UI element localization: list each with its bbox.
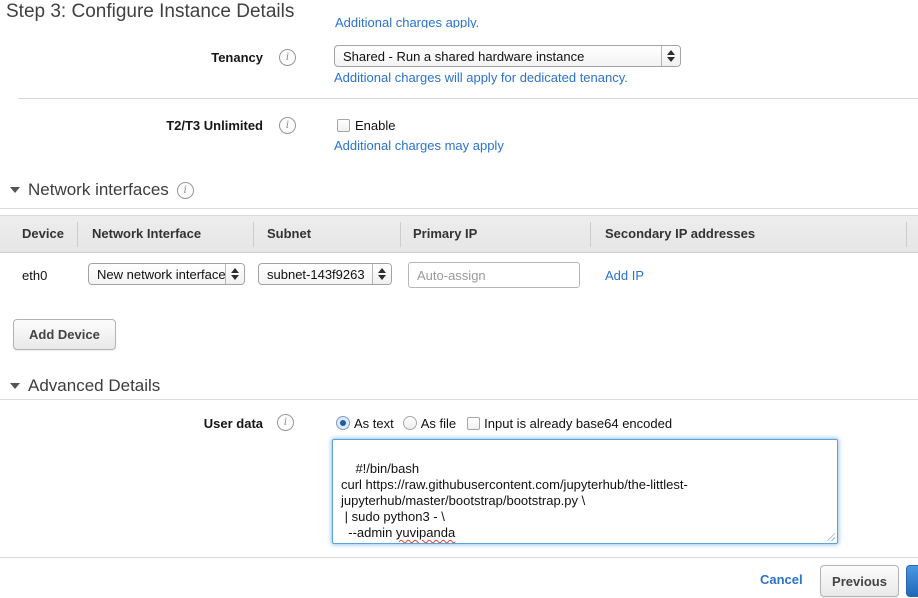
arrow-down-icon bbox=[378, 275, 386, 280]
additional-charges-apply-link[interactable]: Additional charges apply. bbox=[335, 15, 479, 28]
info-icon[interactable]: i bbox=[177, 182, 194, 199]
info-icon[interactable]: i bbox=[279, 117, 296, 134]
network-interfaces-section-header: Network interfaces i bbox=[10, 180, 194, 200]
column-separator bbox=[77, 222, 78, 247]
column-separator bbox=[590, 222, 591, 247]
subnet-select-value: subnet-143f9263 bbox=[259, 267, 372, 282]
arrow-up-icon bbox=[231, 268, 239, 273]
network-interface-select[interactable]: New network interface bbox=[88, 263, 245, 285]
user-data-text: #!/bin/bash curl https://raw.githubuserc… bbox=[341, 461, 688, 540]
user-data-label: User data bbox=[0, 416, 263, 431]
clipped-link-wrap: Additional charges apply. bbox=[335, 14, 565, 28]
select-stepper-icon bbox=[372, 264, 391, 284]
as-text-radio-label: As text bbox=[354, 416, 394, 431]
additional-charges-may-apply-link[interactable]: Additional charges may apply bbox=[334, 138, 504, 153]
select-stepper-icon bbox=[661, 46, 680, 66]
user-data-mode-controls: As text As file Input is already base64 … bbox=[336, 414, 672, 432]
add-ip-link[interactable]: Add IP bbox=[605, 268, 644, 283]
column-separator bbox=[253, 222, 254, 247]
collapse-triangle-icon[interactable] bbox=[10, 187, 20, 193]
column-separator bbox=[400, 222, 401, 247]
network-interfaces-title: Network interfaces bbox=[28, 180, 169, 200]
cancel-link[interactable]: Cancel bbox=[760, 572, 803, 587]
info-icon[interactable]: i bbox=[279, 49, 296, 66]
primary-ip-input[interactable] bbox=[408, 262, 580, 288]
section-divider bbox=[18, 98, 918, 99]
add-device-button[interactable]: Add Device bbox=[13, 319, 116, 350]
column-separator bbox=[906, 222, 907, 247]
advanced-details-section-header: Advanced Details bbox=[10, 376, 160, 396]
arrow-up-icon bbox=[378, 268, 386, 273]
column-header-secondary-ip: Secondary IP addresses bbox=[605, 216, 755, 252]
section-divider bbox=[0, 399, 918, 400]
next-button[interactable] bbox=[906, 565, 918, 597]
advanced-details-title: Advanced Details bbox=[28, 376, 160, 396]
tenancy-select[interactable]: Shared - Run a shared hardware instance bbox=[334, 45, 681, 67]
collapse-triangle-icon[interactable] bbox=[10, 383, 20, 389]
as-text-radio[interactable] bbox=[336, 416, 350, 430]
dedicated-tenancy-charges-link[interactable]: Additional charges will apply for dedica… bbox=[334, 70, 628, 85]
footer-divider bbox=[0, 557, 918, 558]
device-name: eth0 bbox=[22, 268, 47, 283]
page-title: Step 3: Configure Instance Details bbox=[6, 1, 294, 23]
user-data-misspelled-word: yuvipanda bbox=[396, 525, 455, 540]
previous-button[interactable]: Previous bbox=[820, 565, 899, 597]
subnet-select[interactable]: subnet-143f9263 bbox=[258, 263, 392, 285]
arrow-up-icon bbox=[667, 50, 675, 55]
network-interfaces-table-header: Device Network Interface Subnet Primary … bbox=[0, 215, 918, 253]
tenancy-label: Tenancy bbox=[0, 50, 263, 65]
select-stepper-icon bbox=[225, 264, 244, 284]
info-icon[interactable]: i bbox=[277, 414, 294, 431]
base64-checkbox[interactable] bbox=[467, 417, 480, 430]
resize-grip-icon[interactable] bbox=[825, 531, 835, 541]
base64-checkbox-label: Input is already base64 encoded bbox=[484, 416, 672, 431]
as-file-radio-label: As file bbox=[421, 416, 456, 431]
arrow-down-icon bbox=[667, 57, 675, 62]
enable-checkbox[interactable] bbox=[337, 119, 350, 132]
tenancy-select-value: Shared - Run a shared hardware instance bbox=[335, 49, 661, 64]
user-data-textarea[interactable]: #!/bin/bash curl https://raw.githubuserc… bbox=[332, 439, 838, 544]
arrow-down-icon bbox=[231, 275, 239, 280]
configure-instance-page: Step 3: Configure Instance Details Addit… bbox=[0, 0, 918, 598]
column-header-network-interface: Network Interface bbox=[92, 216, 201, 252]
as-file-radio[interactable] bbox=[403, 416, 417, 430]
section-divider bbox=[0, 208, 918, 209]
t2t3-unlimited-label: T2/T3 Unlimited bbox=[0, 118, 263, 133]
network-interface-select-value: New network interface bbox=[89, 267, 225, 282]
enable-checkbox-label: Enable bbox=[355, 118, 395, 133]
column-header-primary-ip: Primary IP bbox=[413, 216, 477, 252]
column-header-device: Device bbox=[22, 216, 64, 252]
column-header-subnet: Subnet bbox=[267, 216, 311, 252]
